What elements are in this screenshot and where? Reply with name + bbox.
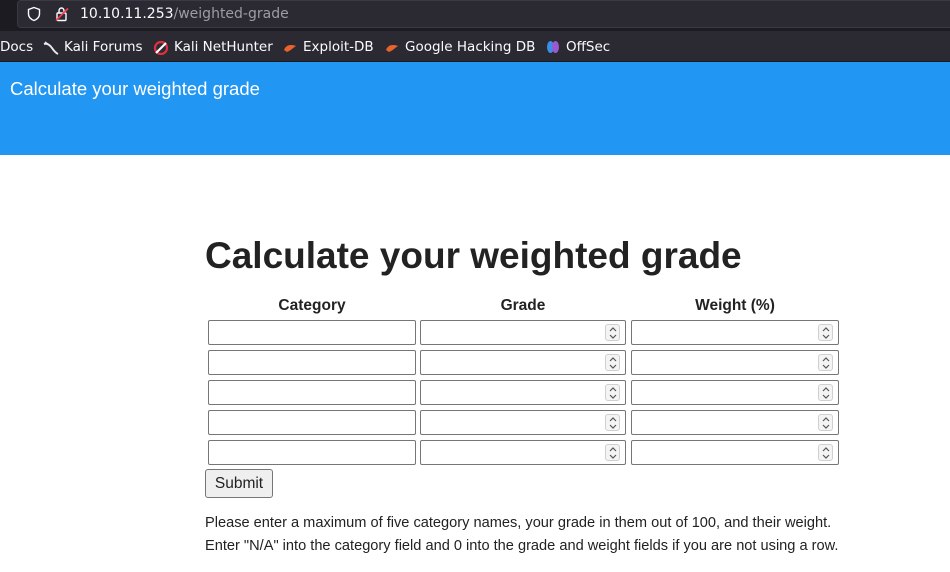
lock-warning-icon[interactable] [54, 6, 70, 22]
header-band [0, 114, 950, 155]
spinner-arrows-icon [609, 387, 617, 399]
column-header-grade: Grade [500, 297, 546, 314]
bookmark-label: Google Hacking DB [405, 39, 536, 55]
grade-input-1[interactable] [420, 320, 626, 345]
bookmark-kali-forums[interactable]: Kali Forums [43, 39, 143, 55]
bookmark-label: OffSec [566, 39, 611, 55]
url-path: /weighted-grade [173, 6, 289, 22]
bookmark-label: Docs [0, 39, 34, 55]
exploit-db-icon [284, 45, 296, 52]
spinner-arrows-icon [609, 447, 617, 459]
category-input-4[interactable] [208, 410, 416, 435]
shield-icon[interactable] [26, 6, 42, 22]
url-host: 10.10.11.253 [80, 6, 174, 22]
weight-input-3[interactable] [631, 380, 839, 405]
number-spinner[interactable] [605, 384, 620, 401]
grade-input-4[interactable] [420, 410, 626, 435]
url-text[interactable]: 10.10.11.253/weighted-grade [80, 5, 289, 23]
bookmark-label: Kali NetHunter [174, 39, 273, 55]
number-spinner[interactable] [818, 354, 833, 371]
kali-dragon-icon [43, 41, 59, 55]
spinner-arrows-icon [822, 447, 830, 459]
grade-input-5[interactable] [420, 440, 626, 465]
instructions: Please enter a maximum of five category … [205, 512, 905, 558]
spinner-arrows-icon [822, 327, 830, 339]
spinner-arrows-icon [822, 357, 830, 369]
spinner-arrows-icon [609, 417, 617, 429]
category-input-3[interactable] [208, 380, 416, 405]
number-spinner[interactable] [818, 324, 833, 341]
category-input-5[interactable] [208, 440, 416, 465]
category-input-1[interactable] [208, 320, 416, 345]
spinner-arrows-icon [822, 387, 830, 399]
instruction-line-2: Enter "N/A" into the category field and … [205, 538, 839, 554]
spinner-arrows-icon [609, 327, 617, 339]
bookmark-google-hacking-db[interactable]: Google Hacking DB [384, 39, 535, 55]
site-navbar: Calculate your weighted grade [0, 62, 950, 114]
submit-button[interactable]: Submit [205, 469, 273, 498]
number-spinner[interactable] [818, 384, 833, 401]
weight-input-1[interactable] [631, 320, 839, 345]
weight-input-4[interactable] [631, 410, 839, 435]
number-spinner[interactable] [605, 354, 620, 371]
grade-input-3[interactable] [420, 380, 626, 405]
navbar-title[interactable]: Calculate your weighted grade [10, 78, 260, 100]
bookmark-exploit-db[interactable]: Exploit-DB [282, 39, 374, 55]
spinner-arrows-icon [822, 417, 830, 429]
spinner-arrows-icon [609, 357, 617, 369]
url-bar[interactable]: 10.10.11.253/weighted-grade [17, 0, 950, 28]
number-spinner[interactable] [605, 444, 620, 461]
page-title: Calculate your weighted grade [205, 235, 742, 276]
category-input-2[interactable] [208, 350, 416, 375]
offsec-icon [547, 41, 559, 53]
bookmark-label: Kali Forums [64, 39, 143, 55]
weight-input-2[interactable] [631, 350, 839, 375]
bookmark-kali-nethunter[interactable]: Kali NetHunter [153, 39, 273, 55]
bookmarks-toolbar: Docs Kali Forums Kali NetHunter Exploit-… [0, 31, 950, 62]
number-spinner[interactable] [818, 444, 833, 461]
instruction-line-1: Please enter a maximum of five category … [205, 515, 832, 531]
bookmark-offsec[interactable]: OffSec [545, 39, 610, 55]
weight-input-5[interactable] [631, 440, 839, 465]
column-header-weight: Weight (%) [695, 297, 775, 314]
bookmark-docs[interactable]: Docs [0, 39, 33, 55]
browser-toolbar: 10.10.11.253/weighted-grade [0, 0, 950, 31]
number-spinner[interactable] [605, 414, 620, 431]
number-spinner[interactable] [605, 324, 620, 341]
grade-input-2[interactable] [420, 350, 626, 375]
bookmark-label: Exploit-DB [303, 39, 374, 55]
number-spinner[interactable] [818, 414, 833, 431]
column-header-category: Category [278, 297, 346, 314]
nethunter-icon [153, 40, 169, 55]
ghdb-icon [386, 45, 398, 52]
